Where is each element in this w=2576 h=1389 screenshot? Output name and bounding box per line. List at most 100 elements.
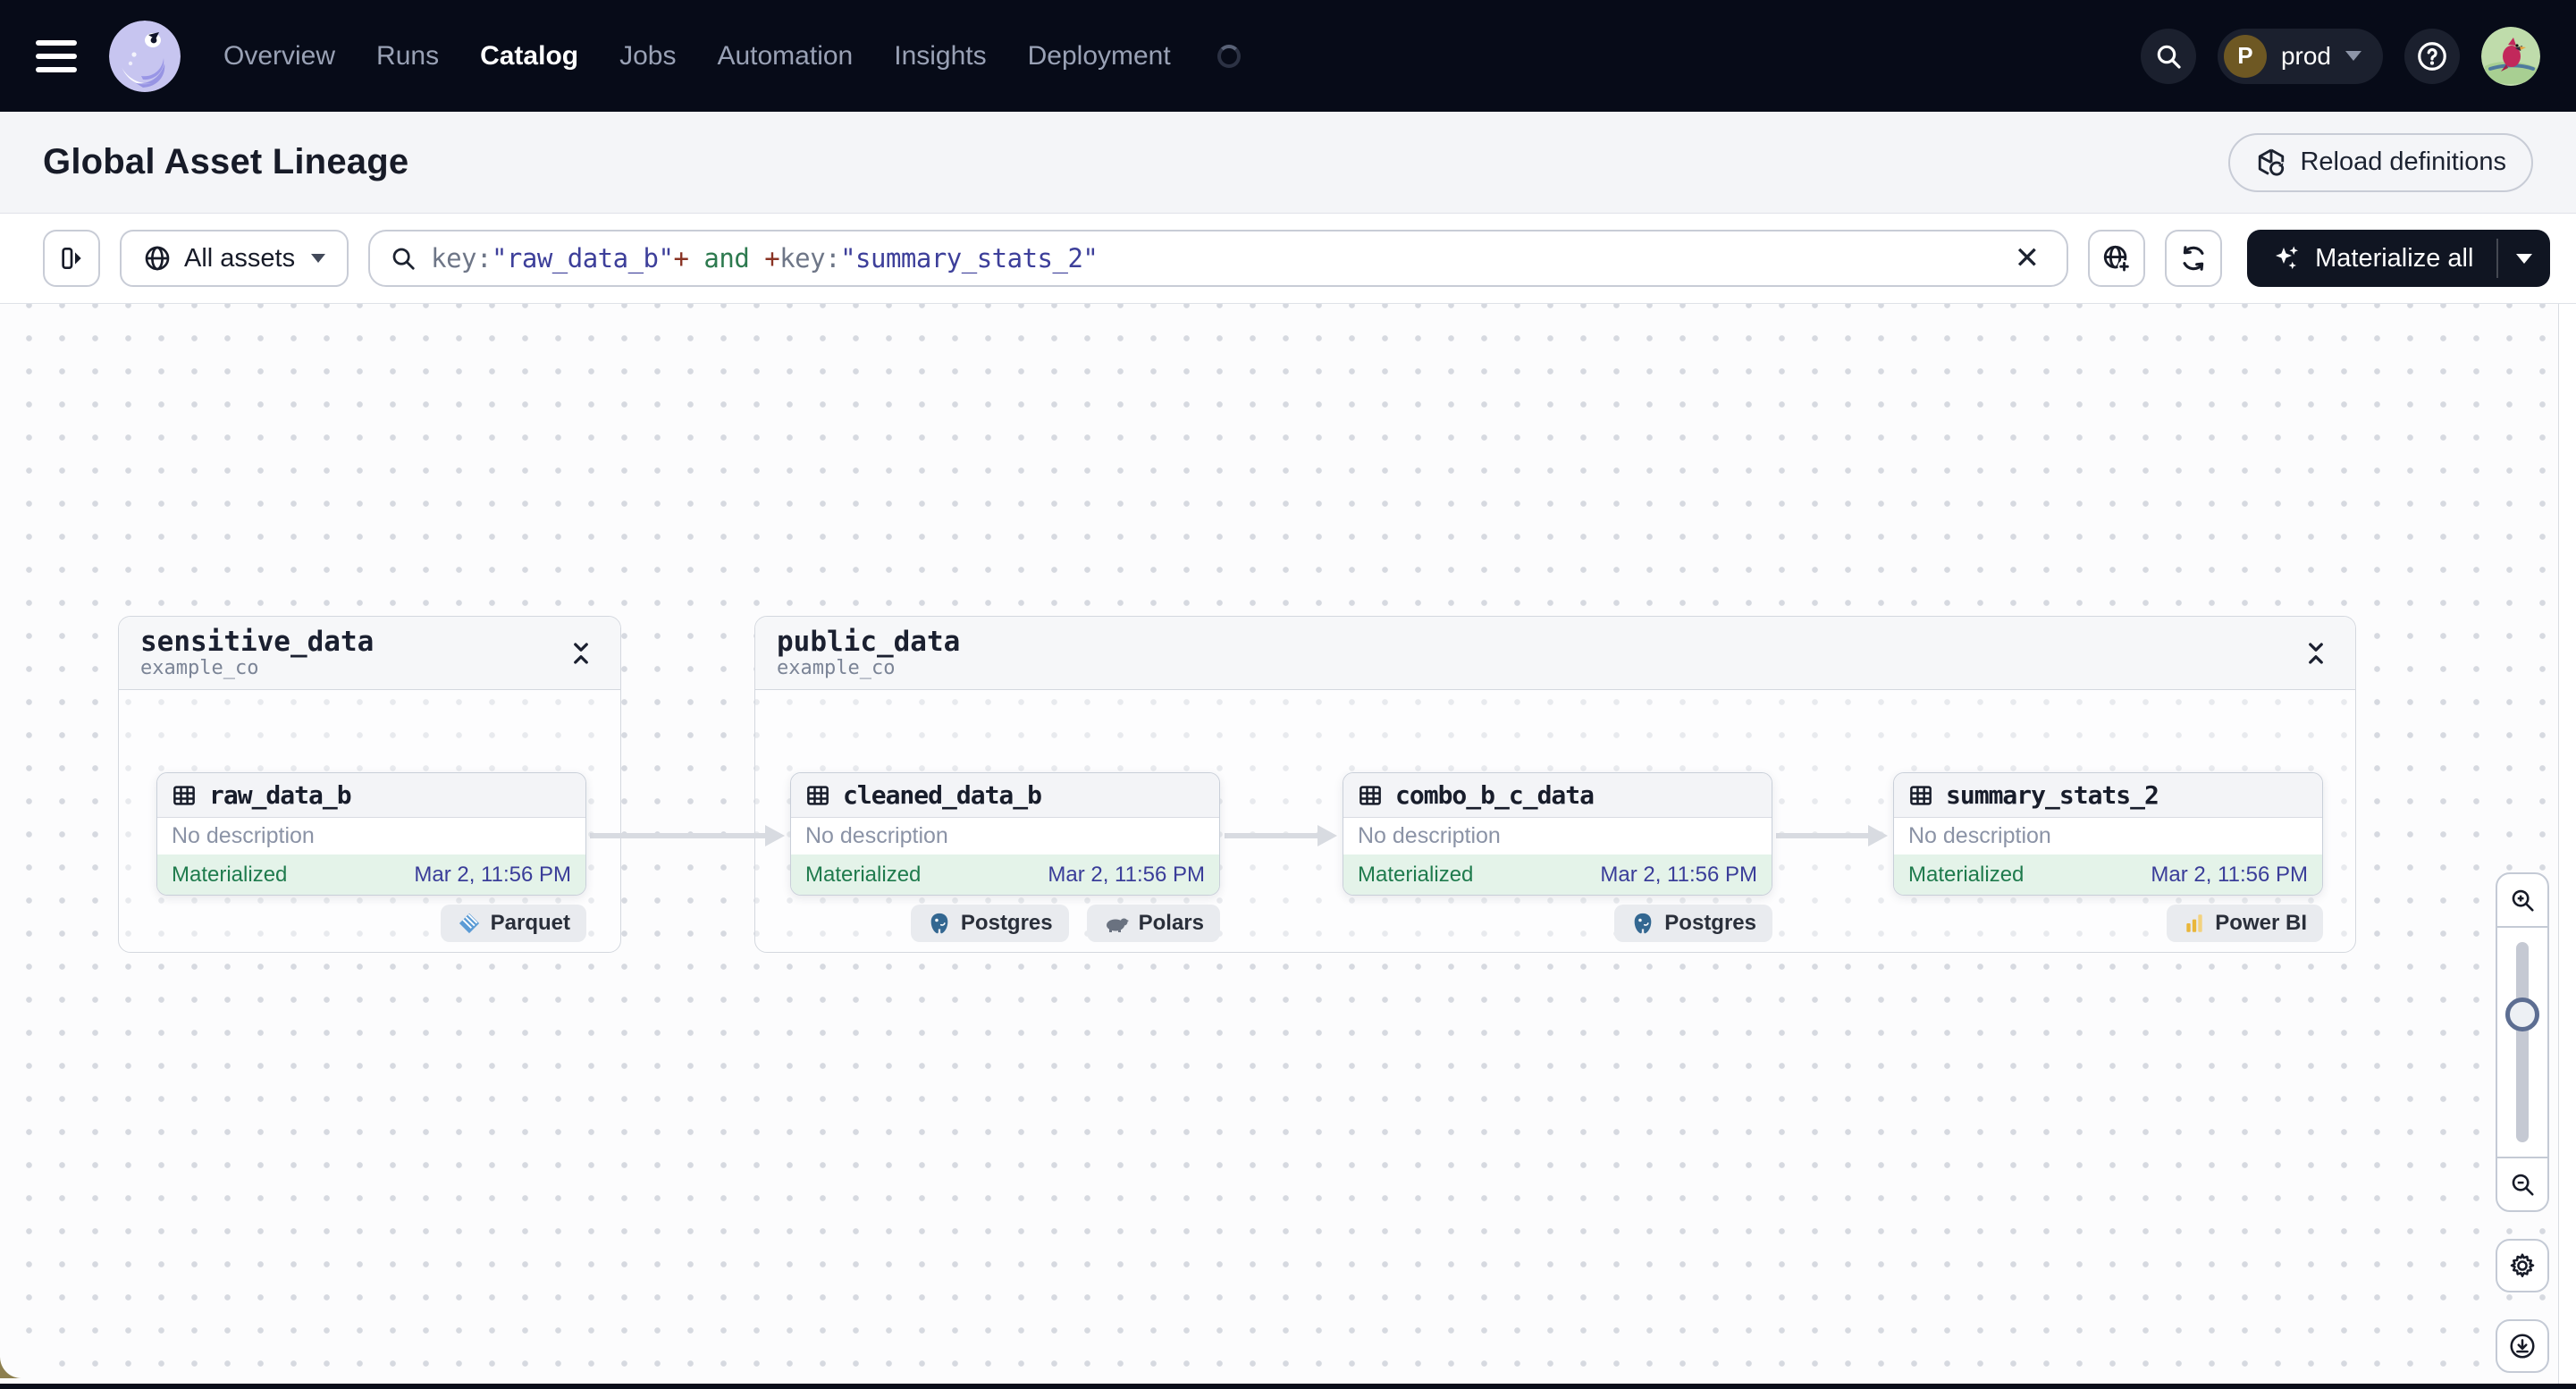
zoom-slider-thumb[interactable]	[2505, 998, 2539, 1032]
loading-spinner-icon	[1216, 44, 1241, 68]
dagster-logo[interactable]	[109, 20, 181, 92]
materialization-timestamp: Mar 2, 11:56 PM	[1600, 862, 1757, 887]
dagster-app: Overview Runs Catalog Jobs Automation In…	[0, 0, 2576, 1389]
nav-item-insights[interactable]: Insights	[894, 41, 986, 72]
zoom-controls	[2496, 872, 2549, 1212]
status-badge: Materialized	[172, 862, 288, 887]
asset-name: raw_data_b	[209, 780, 352, 810]
search-button[interactable]	[2140, 28, 2196, 84]
zoom-slider[interactable]	[2497, 928, 2547, 1157]
reload-definitions-button[interactable]: Reload definitions	[2228, 132, 2533, 192]
chevron-down-icon	[311, 254, 326, 263]
kind-badge-postgres[interactable]: Postgres	[1614, 905, 1772, 942]
page-header: Global Asset Lineage Reload definitions	[0, 112, 2576, 214]
reload-cube-icon	[2259, 148, 2285, 176]
group-header: public_data example_co	[755, 617, 2355, 690]
asset-node-cleaned-data-b[interactable]: cleaned_data_b No description Materializ…	[790, 772, 1220, 896]
asset-node-combo-b-c-data[interactable]: combo_b_c_data No description Materializ…	[1343, 772, 1772, 896]
globe-icon	[145, 246, 170, 271]
group-header: sensitive_data example_co	[119, 617, 620, 690]
vertical-scrollbar[interactable]	[2558, 304, 2576, 1384]
kind-badge-polars[interactable]: Polars	[1086, 905, 1220, 942]
magnifier-icon	[392, 248, 415, 270]
asset-scope-dropdown[interactable]: All assets	[120, 230, 349, 287]
kind-badge-postgres[interactable]: Postgres	[910, 905, 1069, 942]
env-initial-badge: P	[2223, 34, 2267, 78]
asset-scope-label: All assets	[184, 243, 296, 273]
postgres-icon	[1634, 913, 1652, 934]
materialization-timestamp: Mar 2, 11:56 PM	[414, 862, 571, 887]
edge-raw-to-cleaned	[590, 825, 785, 846]
status-badge: Materialized	[1908, 862, 2025, 887]
kind-badge-label: Postgres	[1664, 911, 1756, 935]
asset-node-summary-stats-2[interactable]: summary_stats_2 No description Materiali…	[1893, 772, 2323, 896]
zoom-slider-track[interactable]	[2516, 942, 2529, 1142]
asset-description: No description	[1358, 823, 1501, 848]
reload-definitions-label: Reload definitions	[2300, 147, 2506, 176]
zoom-out-icon	[2512, 1174, 2534, 1196]
table-icon	[1360, 785, 1381, 805]
kind-badge-label: Power BI	[2215, 911, 2307, 935]
nav-item-automation[interactable]: Automation	[717, 41, 853, 72]
status-badge: Materialized	[805, 862, 922, 887]
deployment-switcher[interactable]: P prod	[2217, 28, 2383, 84]
materialize-all-label: Materialize all	[2315, 243, 2474, 273]
graph-settings-button[interactable]	[2496, 1239, 2549, 1292]
asset-name: cleaned_data_b	[843, 780, 1042, 810]
asset-status-row: Materialized Mar 2, 11:56 PM	[791, 854, 1219, 895]
avatar[interactable]	[2481, 26, 2540, 86]
nav-item-overview[interactable]: Overview	[223, 41, 335, 72]
fetch-external-assets-button[interactable]	[2088, 230, 2146, 287]
materialization-timestamp: Mar 2, 11:56 PM	[1048, 862, 1205, 887]
search-input[interactable]: key:"raw_data_b"+ and +key:"summary_stat…	[368, 230, 2069, 287]
sparkles-icon	[2276, 246, 2299, 270]
nav-item-runs[interactable]: Runs	[376, 41, 439, 72]
asset-description: No description	[1908, 823, 2051, 848]
refresh-graph-button[interactable]	[2165, 230, 2223, 287]
asset-description: No description	[172, 823, 315, 848]
asset-status-row: Materialized Mar 2, 11:56 PM	[157, 854, 585, 895]
zoom-out-button[interactable]	[2497, 1157, 2547, 1210]
zoom-in-icon	[2512, 889, 2534, 912]
nav-item-jobs[interactable]: Jobs	[619, 41, 676, 72]
asset-node-raw-data-b[interactable]: raw_data_b No description Materialized M…	[156, 772, 586, 896]
nav-item-catalog[interactable]: Catalog	[480, 41, 578, 72]
collapse-group-button[interactable]	[563, 636, 599, 671]
kind-badges-cleaned-data-b: Postgres Polars	[790, 905, 1220, 942]
kind-badges-raw-data-b: Parquet	[156, 905, 586, 942]
kind-badge-parquet[interactable]: Parquet	[440, 905, 586, 942]
help-button[interactable]	[2404, 28, 2460, 84]
asset-status-row: Materialized Mar 2, 11:56 PM	[1343, 854, 1772, 895]
zoom-in-button[interactable]	[2497, 874, 2547, 928]
chevron-down-icon	[2345, 51, 2361, 61]
open-sidebar-button[interactable]	[43, 230, 100, 287]
group-title: sensitive_data	[140, 625, 375, 658]
search-icon	[2157, 45, 2181, 69]
kind-badges-combo-b-c-data: Postgres	[1343, 905, 1772, 942]
gear-icon	[2510, 1253, 2535, 1277]
table-icon	[173, 785, 195, 805]
edge-cleaned-to-combo	[1225, 825, 1337, 846]
materialize-options-button[interactable]	[2498, 230, 2550, 287]
nav-item-deployment[interactable]: Deployment	[1028, 41, 1171, 72]
collapse-group-button[interactable]	[2298, 636, 2334, 671]
panel-expand-icon	[62, 248, 81, 269]
download-image-button[interactable]	[2496, 1319, 2549, 1373]
materialize-all-button[interactable]: Materialize all	[2247, 230, 2496, 287]
table-icon	[807, 785, 829, 805]
collapse-icon	[574, 642, 588, 664]
parquet-icon	[459, 913, 479, 934]
lineage-toolbar: All assets key:"raw_data_b"+ and +key:"s…	[0, 214, 2576, 304]
bottom-edge-bar	[0, 1384, 2576, 1389]
clear-search-icon[interactable]: ✕	[2008, 243, 2048, 274]
search-query-value: key:"raw_data_b"+ and +key:"summary_stat…	[431, 243, 1099, 274]
asset-name: combo_b_c_data	[1395, 780, 1595, 810]
nav-right: P prod	[2140, 26, 2540, 86]
download-icon	[2510, 1334, 2535, 1359]
lineage-canvas[interactable]: sensitive_data example_co public_data ex…	[0, 304, 2576, 1384]
kind-badge-powerbi[interactable]: Power BI	[2167, 905, 2323, 942]
group-location: example_co	[777, 657, 896, 680]
help-icon	[2418, 41, 2446, 71]
group-title: public_data	[777, 625, 961, 658]
hamburger-icon[interactable]	[36, 39, 77, 72]
